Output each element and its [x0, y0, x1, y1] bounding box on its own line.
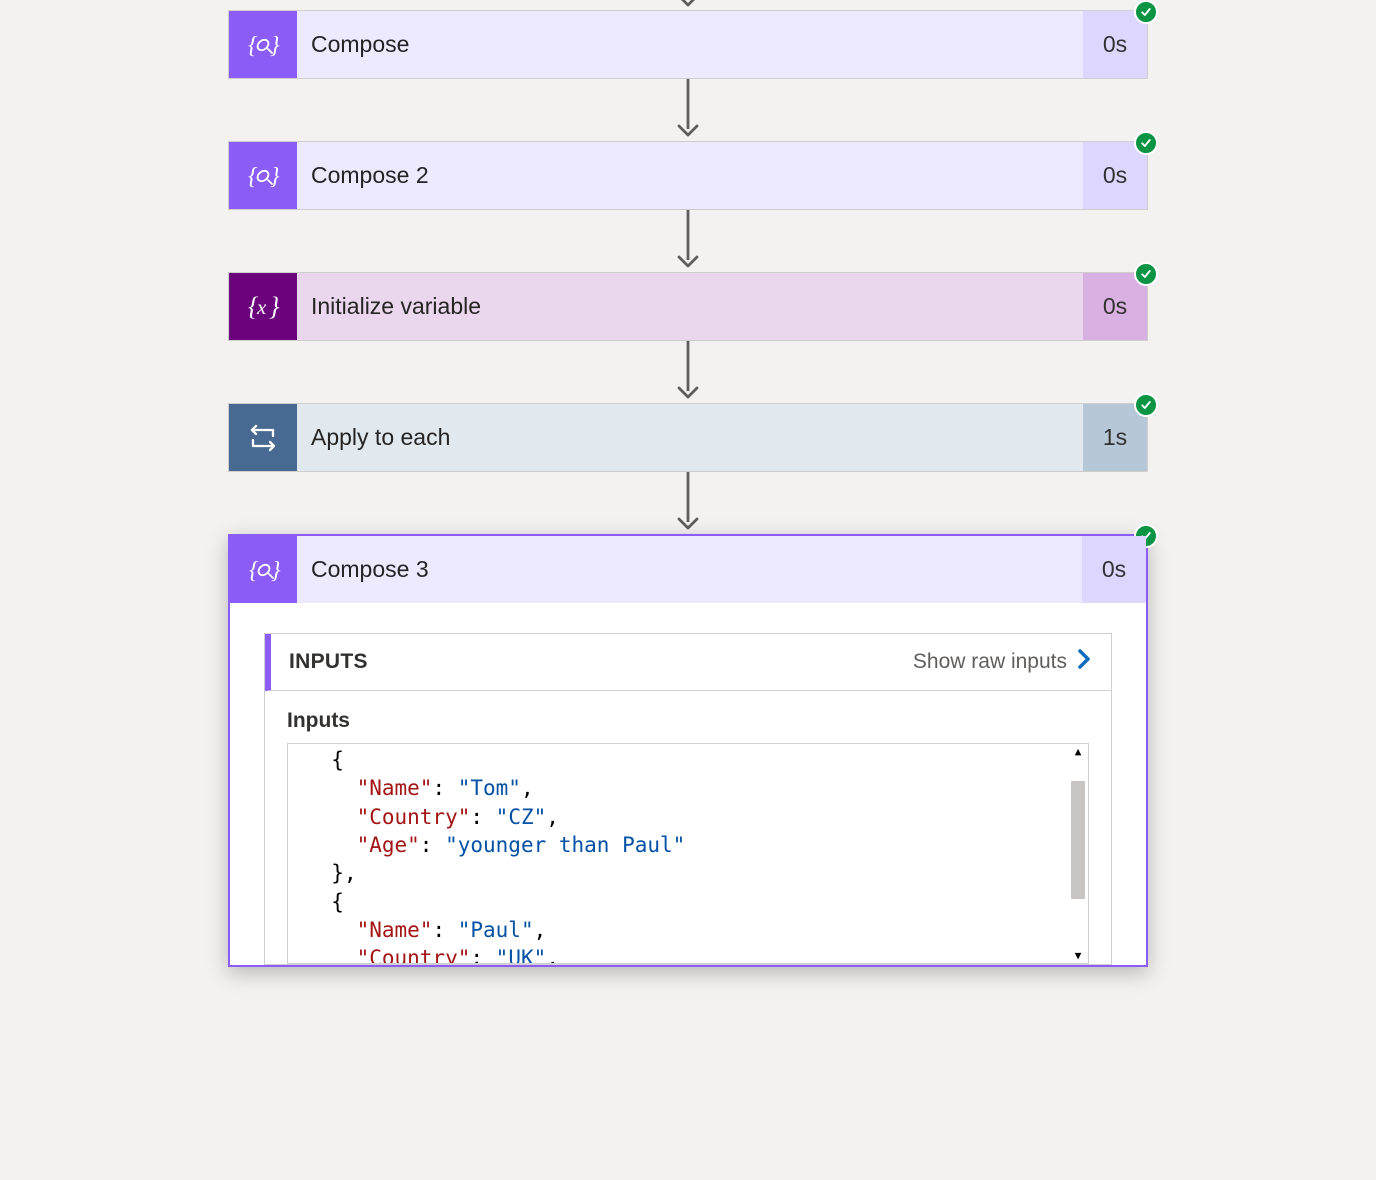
compose-icon: {}: [229, 11, 297, 78]
flow-arrow: [675, 472, 701, 534]
step-compose-2[interactable]: {}Compose 20s: [228, 141, 1148, 210]
step-title: Compose 3: [297, 536, 1082, 603]
svg-text:}: }: [270, 164, 280, 190]
svg-text:{: {: [248, 164, 258, 190]
svg-text:}: }: [270, 33, 280, 59]
scroll-thumb[interactable]: [1071, 781, 1085, 899]
flow-arrow: [675, 210, 701, 272]
step-header[interactable]: { } Compose 3 0s: [230, 536, 1146, 603]
svg-text:x: x: [256, 295, 267, 319]
svg-text:{: {: [248, 33, 258, 59]
success-icon: [1134, 131, 1158, 155]
svg-text:}: }: [269, 292, 280, 321]
loop-icon: [229, 404, 297, 471]
svg-text:{: {: [249, 558, 259, 584]
step-title: Compose: [297, 11, 1083, 78]
show-raw-inputs-link[interactable]: Show raw inputs: [913, 648, 1093, 676]
success-icon: [1134, 393, 1158, 417]
variable-icon: {x}: [229, 273, 297, 340]
step-title: Compose 2: [297, 142, 1083, 209]
step-initialize-variable[interactable]: {x}Initialize variable0s: [228, 272, 1148, 341]
step-compose[interactable]: {}Compose0s: [228, 10, 1148, 79]
scroll-down-icon[interactable]: ▼: [1075, 948, 1082, 963]
success-icon: [1134, 0, 1158, 24]
step-duration: 0s: [1082, 536, 1146, 603]
step-title: Apply to each: [297, 404, 1083, 471]
inputs-json[interactable]: { "Name": "Tom", "Country": "CZ", "Age":…: [287, 743, 1089, 964]
compose-icon: { }: [230, 536, 297, 603]
flow-arrow-top: [675, 0, 701, 10]
inputs-label: Inputs: [287, 709, 1089, 733]
flow-arrow: [675, 341, 701, 403]
scrollbar[interactable]: ▲▼: [1068, 744, 1088, 963]
step-title: Initialize variable: [297, 273, 1083, 340]
compose-icon: {}: [229, 142, 297, 209]
inputs-panel: INPUTS Show raw inputs Inputs { "Name": …: [264, 633, 1112, 965]
step-compose-3[interactable]: { } Compose 3 0s INPUTS Show raw inputs: [228, 534, 1148, 967]
success-icon: [1134, 262, 1158, 286]
flow-arrow: [675, 79, 701, 141]
svg-text:}: }: [271, 558, 281, 584]
scroll-up-icon[interactable]: ▲: [1075, 744, 1082, 759]
chevron-right-icon: [1075, 648, 1093, 676]
inputs-header: INPUTS: [271, 650, 368, 674]
step-apply-to-each[interactable]: Apply to each1s: [228, 403, 1148, 472]
